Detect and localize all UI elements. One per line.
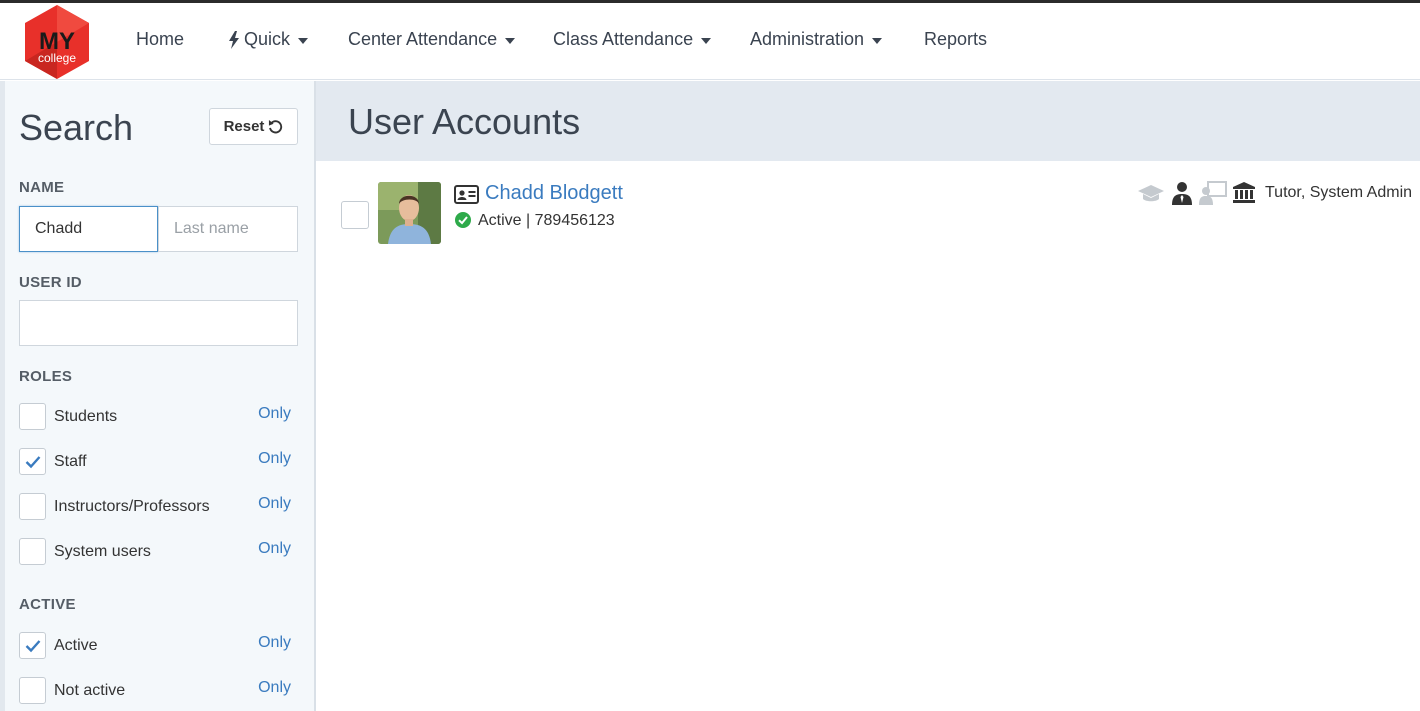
system-users-checkbox[interactable]	[19, 538, 46, 565]
chevron-down-icon	[872, 37, 883, 44]
search-title: Search	[19, 107, 134, 148]
user-status-id: Active | 789456123	[478, 212, 615, 229]
logo-text-bottom: college	[38, 51, 76, 65]
user-name-link[interactable]: Chadd Blodgett	[485, 182, 623, 205]
reset-button[interactable]: Reset	[209, 108, 298, 145]
staff-label: Staff	[54, 453, 87, 470]
last-name-placeholder: Last name	[174, 220, 249, 237]
last-name-input[interactable]: Last name	[158, 206, 298, 252]
not-active-only-link[interactable]: Only	[258, 679, 291, 697]
not-active-checkbox[interactable]	[19, 677, 46, 704]
id-card-icon	[454, 185, 479, 204]
students-only-link[interactable]: Only	[258, 405, 291, 423]
nav-class-attendance-label: Class Attendance	[553, 29, 694, 49]
name-section-label: NAME	[19, 179, 65, 196]
nav-class-attendance[interactable]: Class Attendance	[553, 29, 712, 50]
active-checkbox[interactable]	[19, 632, 46, 659]
nav-reports-label: Reports	[924, 29, 988, 49]
staff-only-link[interactable]: Only	[258, 450, 291, 468]
nav-center-attendance-label: Center Attendance	[348, 29, 498, 49]
students-label: Students	[54, 408, 118, 425]
top-navbar: MY college Home Quick Center Attendance …	[0, 3, 1420, 80]
search-sidebar: Search Reset NAME Chadd Last name USER I…	[0, 81, 316, 711]
graduation-cap-icon	[1138, 185, 1164, 202]
role-icons: Tutor, System Admin	[1137, 181, 1412, 205]
first-name-value: Chadd	[35, 220, 83, 237]
active-option-not-active: Not active Only	[19, 677, 291, 705]
active-option-active: Active Only	[19, 632, 291, 660]
not-active-label: Not active	[54, 682, 126, 699]
nav-center-attendance[interactable]: Center Attendance	[348, 29, 516, 50]
system-users-only-link[interactable]: Only	[258, 540, 291, 558]
user-id-section-label: USER ID	[19, 274, 82, 291]
row-select-checkbox[interactable]	[341, 201, 369, 229]
first-name-input[interactable]: Chadd	[19, 206, 158, 252]
role-option-instructors: Instructors/Professors Only	[19, 493, 291, 521]
staff-user-icon	[1172, 182, 1192, 205]
table-row: Chadd Blodgett Active | 789456123 Tutor,…	[316, 161, 1420, 261]
role-option-students: Students Only	[19, 403, 291, 431]
chevron-down-icon	[298, 37, 309, 44]
bolt-icon	[228, 30, 240, 49]
chevron-down-icon	[505, 37, 516, 44]
check-circle-icon	[455, 212, 471, 228]
undo-icon	[269, 119, 283, 134]
checkmark-icon	[25, 640, 41, 653]
nav-quick-label: Quick	[244, 29, 291, 49]
nav-reports[interactable]: Reports	[924, 29, 987, 50]
role-option-staff: Staff Only	[19, 448, 291, 476]
page-title: User Accounts	[348, 101, 581, 142]
avatar[interactable]	[378, 182, 441, 244]
user-id-input[interactable]	[19, 300, 298, 346]
instructor-board-icon	[1199, 181, 1227, 205]
nav-administration-label: Administration	[750, 29, 865, 49]
nav-home-label: Home	[136, 29, 185, 49]
active-label: Active	[54, 637, 98, 654]
checkmark-icon	[25, 456, 41, 469]
active-only-link[interactable]: Only	[258, 634, 291, 652]
role-option-system-users: System users Only	[19, 538, 291, 566]
roles-section-label: ROLES	[19, 368, 73, 385]
nav-home[interactable]: Home	[136, 29, 184, 50]
instructors-only-link[interactable]: Only	[258, 495, 291, 513]
nav-administration[interactable]: Administration	[750, 29, 883, 50]
staff-checkbox[interactable]	[19, 448, 46, 475]
college-logo[interactable]: MY college	[23, 4, 91, 80]
system-users-label: System users	[54, 543, 151, 560]
active-section-label: ACTIVE	[19, 596, 76, 613]
instructors-label: Instructors/Professors	[54, 498, 210, 515]
user-roles: Tutor, System Admin	[1265, 184, 1413, 201]
instructors-checkbox[interactable]	[19, 493, 46, 520]
reset-button-label: Reset	[223, 118, 265, 135]
institution-icon	[1233, 182, 1255, 203]
students-checkbox[interactable]	[19, 403, 46, 430]
page-header: User Accounts	[316, 81, 1420, 161]
chevron-down-icon	[701, 37, 712, 44]
nav-quick[interactable]: Quick	[228, 29, 309, 50]
